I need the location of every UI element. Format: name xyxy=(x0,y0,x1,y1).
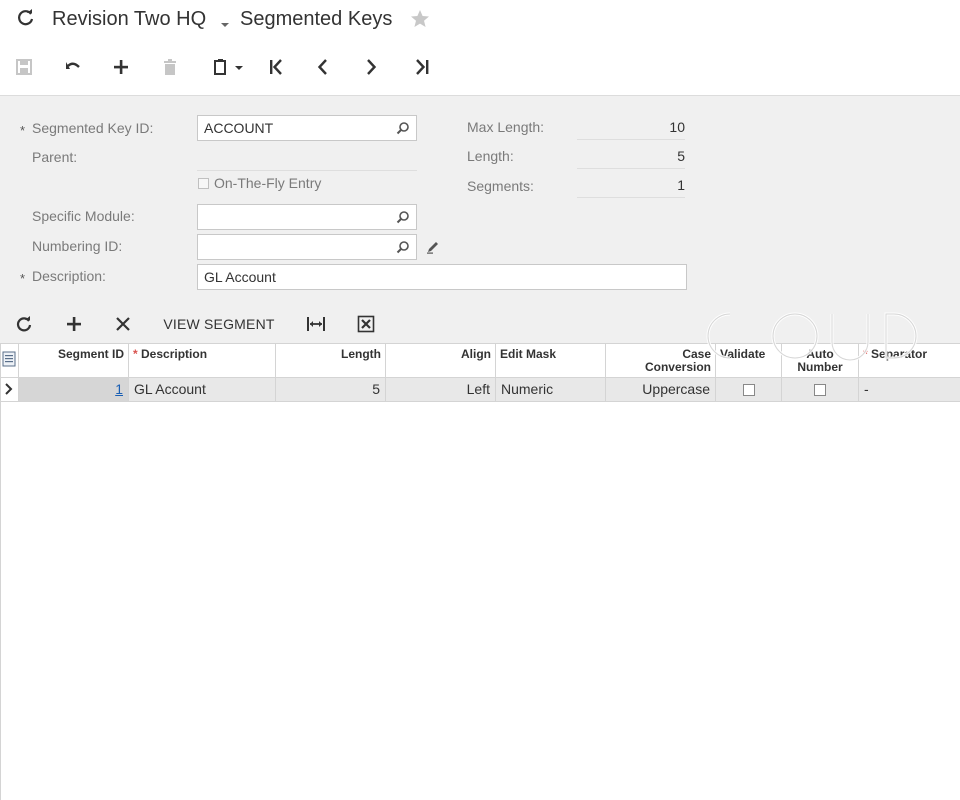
col-auto-number-label-1: Auto xyxy=(806,347,834,361)
on-the-fly-label: On-The-Fly Entry xyxy=(214,175,322,191)
segmented-key-id-input[interactable]: ACCOUNT xyxy=(197,115,417,141)
required-mark: * xyxy=(20,123,26,138)
col-segment-id[interactable]: Segment ID xyxy=(19,344,129,379)
cell-case-conversion[interactable]: Uppercase xyxy=(606,378,716,401)
add-icon[interactable] xyxy=(107,54,135,80)
required-mark: * xyxy=(863,347,868,361)
col-auto-number-label-2: Number xyxy=(797,360,843,374)
col-validate-label: Validate xyxy=(720,347,766,361)
max-length-label: Max Length: xyxy=(467,119,545,135)
parent-label: Parent: xyxy=(32,149,78,165)
company-name[interactable]: Revision Two HQ xyxy=(52,8,206,31)
col-length-label: Length xyxy=(341,347,381,361)
col-align-label: Align xyxy=(461,347,491,361)
view-segment-button[interactable]: VIEW SEGMENT xyxy=(156,311,282,337)
col-case-conversion-label-2: Conversion xyxy=(644,360,711,374)
cell-length[interactable]: 5 xyxy=(276,378,386,401)
segment-id-link[interactable]: 1 xyxy=(115,381,123,397)
col-edit-mask-label: Edit Mask xyxy=(500,347,557,361)
col-description-label: Description xyxy=(141,347,208,361)
col-case-conversion-label-1: Case xyxy=(682,347,711,361)
col-separator[interactable]: * Separator xyxy=(859,344,960,379)
screen-title: Segmented Keys xyxy=(240,8,393,30)
clipboard-icon[interactable] xyxy=(210,54,246,80)
col-length[interactable]: Length xyxy=(276,344,386,379)
search-icon[interactable] xyxy=(396,240,410,254)
col-edit-mask[interactable]: Edit Mask xyxy=(496,344,606,379)
previous-record-icon[interactable] xyxy=(309,54,337,80)
first-record-icon[interactable] xyxy=(262,54,290,80)
cell-separator[interactable]: - xyxy=(859,378,960,401)
favorite-star-icon[interactable] xyxy=(409,8,431,30)
search-icon[interactable] xyxy=(396,121,410,135)
segmented-key-id-label: Segmented Key ID: xyxy=(32,120,154,136)
required-mark: * xyxy=(133,347,138,361)
delete-row-icon[interactable] xyxy=(111,311,135,337)
add-row-icon[interactable] xyxy=(62,311,86,337)
save-icon[interactable] xyxy=(10,54,38,80)
col-auto-number[interactable]: Auto Number xyxy=(782,344,859,379)
cell-edit-mask[interactable]: Numeric xyxy=(496,378,606,401)
max-length-value: 10 xyxy=(577,116,685,140)
parent-field xyxy=(197,147,417,171)
summary-form: * Segmented Key ID: ACCOUNT Parent: On-T… xyxy=(0,95,960,305)
required-mark: * xyxy=(20,271,26,286)
col-validate[interactable]: Validate xyxy=(716,344,782,379)
length-value: 5 xyxy=(577,145,685,169)
row-selector[interactable] xyxy=(1,378,19,401)
description-label: Description: xyxy=(32,268,106,284)
length-label: Length: xyxy=(467,148,514,164)
grid-header: Segment ID * Description Length Align Ed… xyxy=(1,343,960,379)
grid-toolbar: VIEW SEGMENT xyxy=(0,305,960,343)
refresh-icon[interactable] xyxy=(16,8,36,28)
segments-grid: Segment ID * Description Length Align Ed… xyxy=(0,343,960,800)
fit-columns-icon[interactable] xyxy=(303,311,329,337)
delete-icon[interactable] xyxy=(156,54,184,80)
col-align[interactable]: Align xyxy=(386,344,496,379)
description-value: GL Account xyxy=(204,269,276,285)
col-segment-id-label: Segment ID xyxy=(57,347,124,361)
auto-number-checkbox[interactable] xyxy=(814,384,826,396)
search-icon[interactable] xyxy=(396,210,410,224)
next-record-icon[interactable] xyxy=(357,54,385,80)
numbering-id-input[interactable] xyxy=(197,234,417,260)
segmented-key-id-value: ACCOUNT xyxy=(204,120,274,136)
main-toolbar xyxy=(0,50,960,84)
cell-description[interactable]: GL Account xyxy=(129,378,276,401)
cell-align[interactable]: Left xyxy=(386,378,496,401)
chevron-down-icon[interactable] xyxy=(220,16,230,27)
row-selector-header[interactable] xyxy=(1,344,19,379)
specific-module-label: Specific Module: xyxy=(32,208,135,224)
undo-icon[interactable] xyxy=(59,54,87,80)
cell-auto-number[interactable] xyxy=(782,378,859,401)
refresh-icon[interactable] xyxy=(12,311,36,337)
segments-label: Segments: xyxy=(467,178,534,194)
specific-module-input[interactable] xyxy=(197,204,417,230)
export-excel-icon[interactable] xyxy=(353,311,379,337)
edit-pencil-icon[interactable] xyxy=(426,240,440,254)
col-separator-label: Separator xyxy=(871,347,928,361)
numbering-id-label: Numbering ID: xyxy=(32,238,123,254)
cell-segment-id[interactable]: 1 xyxy=(19,378,129,401)
segments-value: 1 xyxy=(577,174,685,198)
col-description[interactable]: * Description xyxy=(129,344,276,379)
description-input[interactable]: GL Account xyxy=(197,264,687,290)
table-row[interactable]: 1 GL Account 5 Left Numeric Uppercase - xyxy=(1,378,960,402)
title-bar: Revision Two HQ Segmented Keys xyxy=(0,0,960,40)
grid-settings-icon[interactable] xyxy=(2,351,16,370)
cell-validate[interactable] xyxy=(716,378,782,401)
validate-checkbox[interactable] xyxy=(742,384,755,396)
last-record-icon[interactable] xyxy=(408,54,436,80)
on-the-fly-checkbox[interactable] xyxy=(198,178,209,189)
col-case-conversion[interactable]: Case Conversion xyxy=(606,344,716,379)
